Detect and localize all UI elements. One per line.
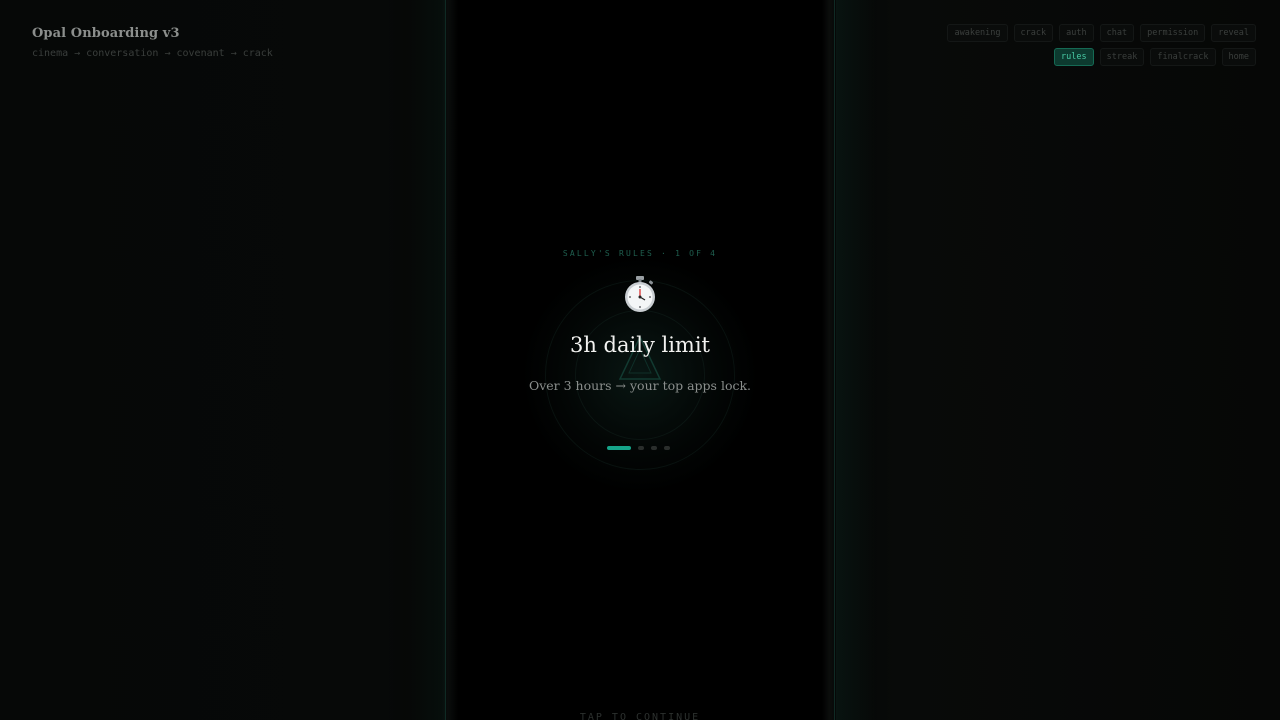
stopwatch-icon [625, 276, 655, 312]
phone-left-edge [445, 0, 446, 720]
screen-nav: awakening crack auth chat permission rev… [936, 24, 1256, 66]
app-stage: Opal Onboarding v3 cinema → conversation… [0, 0, 1280, 720]
phone-right-glow [836, 0, 876, 720]
tap-to-continue[interactable]: TAP TO CONTINUE [458, 712, 822, 720]
nav-pill-awakening[interactable]: awakening [947, 24, 1008, 42]
phone-right-edge [834, 0, 835, 720]
rules-pager [607, 446, 670, 450]
nav-pill-finalcrack[interactable]: finalcrack [1150, 48, 1216, 66]
nav-pill-crack[interactable]: crack [1013, 24, 1054, 42]
pager-dot-1[interactable] [607, 446, 631, 450]
rule-description: Over 3 hours → your top apps lock. [528, 378, 752, 393]
nav-pill-home[interactable]: home [1221, 48, 1256, 66]
rule-title: 3h daily limit [570, 333, 710, 357]
nav-pill-permission[interactable]: permission [1140, 24, 1206, 42]
page-subtitle: cinema → conversation → covenant → crack [32, 48, 273, 59]
nav-pill-rules[interactable]: rules [1054, 48, 1094, 66]
nav-pill-streak[interactable]: streak [1099, 48, 1145, 66]
pager-dot-3[interactable] [651, 446, 657, 450]
nav-pill-chat[interactable]: chat [1099, 24, 1135, 42]
page-title: Opal Onboarding v3 [32, 26, 180, 41]
brand-header: Opal Onboarding v3 cinema → conversation… [32, 26, 273, 59]
nav-pill-auth[interactable]: auth [1059, 24, 1094, 42]
nav-pill-reveal[interactable]: reveal [1211, 24, 1256, 42]
pager-dot-2[interactable] [638, 446, 644, 450]
phone-left-glow [405, 0, 445, 720]
rules-progress-label: SALLY'S RULES · 1 OF 4 [562, 249, 718, 258]
pager-dot-4[interactable] [664, 446, 670, 450]
